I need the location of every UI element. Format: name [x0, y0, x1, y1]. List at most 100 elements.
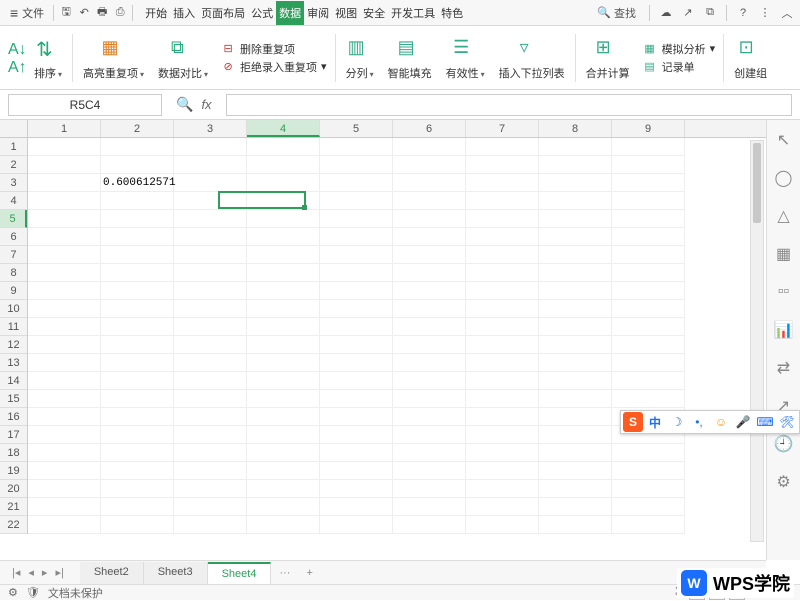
row-header[interactable]: 15 — [0, 390, 27, 408]
cell[interactable] — [466, 174, 539, 192]
cell[interactable] — [612, 354, 685, 372]
cell[interactable] — [28, 354, 101, 372]
cell[interactable] — [28, 228, 101, 246]
ime-face-icon[interactable]: ☺ — [711, 412, 731, 432]
cell[interactable] — [466, 426, 539, 444]
cell[interactable] — [101, 462, 174, 480]
row-header[interactable]: 11 — [0, 318, 27, 336]
select-all-corner[interactable] — [0, 120, 28, 138]
row-header[interactable]: 12 — [0, 336, 27, 354]
cell[interactable] — [539, 336, 612, 354]
cell[interactable] — [247, 426, 320, 444]
cell[interactable] — [320, 300, 393, 318]
cell[interactable] — [247, 210, 320, 228]
cell[interactable] — [174, 282, 247, 300]
cell[interactable] — [320, 210, 393, 228]
ime-tool-icon[interactable]: 🛠 — [777, 412, 797, 432]
cell[interactable] — [101, 264, 174, 282]
cell[interactable] — [612, 228, 685, 246]
cell[interactable] — [28, 516, 101, 534]
cell[interactable] — [174, 246, 247, 264]
cell[interactable] — [320, 372, 393, 390]
cell[interactable] — [393, 516, 466, 534]
delete-duplicates-button[interactable]: ⊟ 删除重复项 — [220, 41, 327, 57]
ime-logo-icon[interactable]: S — [623, 412, 643, 432]
cell[interactable] — [28, 300, 101, 318]
grid-icon[interactable]: ▦ — [774, 244, 794, 264]
cell[interactable] — [320, 318, 393, 336]
tab-review[interactable]: 审阅 — [304, 1, 332, 25]
cell[interactable] — [393, 246, 466, 264]
sheet-first-icon[interactable]: |◂ — [12, 566, 20, 579]
sheet-tab-sheet3[interactable]: Sheet3 — [144, 562, 208, 584]
row-header[interactable]: 22 — [0, 516, 27, 534]
cell[interactable] — [247, 354, 320, 372]
cell[interactable] — [247, 192, 320, 210]
tab-security[interactable]: 安全 — [360, 1, 388, 25]
share-icon[interactable]: ↗ — [679, 4, 697, 22]
cell[interactable] — [28, 246, 101, 264]
cell[interactable] — [101, 516, 174, 534]
sheet-prev-icon[interactable]: ◂ — [28, 566, 34, 579]
sheet-more-icon[interactable]: ··· — [271, 567, 298, 579]
record-form-button[interactable]: ▤ 记录单 — [642, 59, 716, 75]
cell[interactable] — [539, 174, 612, 192]
cell[interactable] — [101, 138, 174, 156]
cell[interactable] — [320, 426, 393, 444]
cell[interactable] — [247, 318, 320, 336]
cell[interactable] — [466, 336, 539, 354]
cell[interactable] — [28, 336, 101, 354]
cell[interactable] — [320, 354, 393, 372]
cell[interactable] — [101, 318, 174, 336]
transfer-icon[interactable]: ⇄ — [774, 358, 794, 378]
cell[interactable] — [393, 426, 466, 444]
cell[interactable] — [393, 156, 466, 174]
consolidate-button[interactable]: ⊞ 合并计算 — [580, 28, 636, 87]
row-header[interactable]: 7 — [0, 246, 27, 264]
cell[interactable] — [393, 192, 466, 210]
cell[interactable] — [612, 192, 685, 210]
column-header[interactable]: 2 — [101, 120, 174, 137]
sheet-next-icon[interactable]: ▸ — [42, 566, 48, 579]
tab-devtools[interactable]: 开发工具 — [388, 1, 438, 25]
cell[interactable] — [247, 462, 320, 480]
cell[interactable] — [320, 444, 393, 462]
cell[interactable] — [28, 138, 101, 156]
cell[interactable] — [320, 264, 393, 282]
cell[interactable] — [101, 210, 174, 228]
cell[interactable] — [539, 390, 612, 408]
ime-toolbar[interactable]: S 中 ☽ •, ☺ 🎤 ⌨ 🛠 — [620, 410, 800, 434]
cell[interactable] — [101, 336, 174, 354]
cell[interactable] — [174, 174, 247, 192]
highlight-duplicates-button[interactable]: ▦ 高亮重复项▾ — [77, 28, 150, 87]
cursor-icon[interactable]: ↖ — [774, 130, 794, 150]
cell[interactable] — [320, 138, 393, 156]
formula-input[interactable] — [226, 94, 792, 116]
row-header[interactable]: 8 — [0, 264, 27, 282]
tab-special[interactable]: 特色 — [438, 1, 466, 25]
cells-area[interactable]: 0.600612571 — [28, 138, 766, 560]
cell[interactable] — [393, 228, 466, 246]
file-menu[interactable]: ≡ 文件 — [4, 5, 50, 21]
cell[interactable] — [247, 480, 320, 498]
cell[interactable] — [101, 390, 174, 408]
cell[interactable] — [466, 318, 539, 336]
collapse-ribbon-icon[interactable]: ︿ — [778, 4, 796, 22]
fx-label[interactable]: fx — [201, 97, 211, 112]
cell[interactable] — [466, 300, 539, 318]
protect-label[interactable]: 文档未保护 — [48, 585, 103, 601]
what-if-button[interactable]: ▦ 模拟分析▾ — [642, 41, 716, 57]
undo-icon[interactable]: ↶ — [75, 4, 93, 22]
cell[interactable] — [101, 354, 174, 372]
cell[interactable] — [612, 138, 685, 156]
cell[interactable] — [612, 300, 685, 318]
cell[interactable] — [28, 174, 101, 192]
cell[interactable] — [393, 336, 466, 354]
cell[interactable] — [539, 372, 612, 390]
cell[interactable] — [174, 264, 247, 282]
row-header[interactable]: 2 — [0, 156, 27, 174]
cell[interactable] — [466, 156, 539, 174]
cell[interactable] — [28, 426, 101, 444]
cell[interactable] — [612, 372, 685, 390]
cell[interactable] — [466, 282, 539, 300]
